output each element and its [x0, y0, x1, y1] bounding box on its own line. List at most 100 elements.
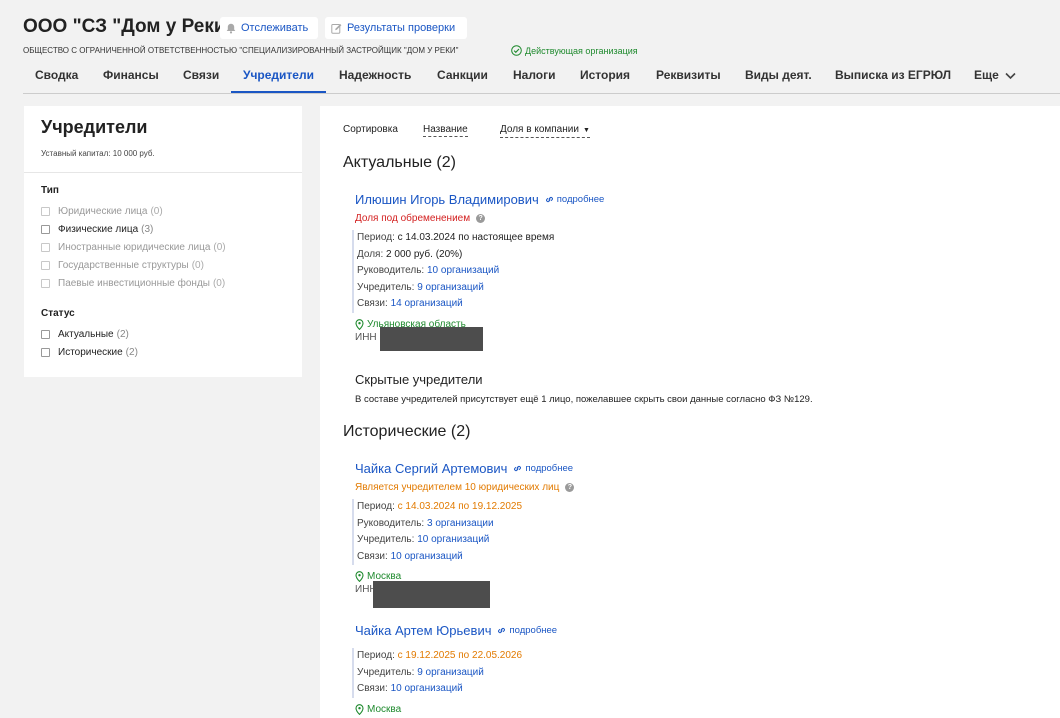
- filter-count: (3): [141, 224, 154, 235]
- sort-by-share[interactable]: Доля в компании ▼: [500, 124, 590, 138]
- filter-government[interactable]: Государственные структуры (0): [41, 260, 204, 271]
- location: Москва: [355, 704, 557, 715]
- links-link[interactable]: 14 организаций: [391, 298, 463, 309]
- checkbox[interactable]: [41, 279, 50, 288]
- checkbox[interactable]: [41, 348, 50, 357]
- filter-label: Юридические лица: [58, 206, 148, 217]
- checkbox[interactable]: [41, 243, 50, 252]
- links-row: Связи: 14 организаций: [354, 296, 604, 313]
- tab-founders[interactable]: Учредители: [231, 62, 326, 93]
- check-circle-icon: [511, 45, 522, 56]
- period-value: с 19.12.2025 по 22.05.2026: [397, 650, 523, 661]
- period-row: Период: с 14.03.2024 по 19.12.2025: [354, 499, 574, 516]
- tab-reliability[interactable]: Надежность: [339, 62, 411, 93]
- filter-label: Актуальные: [58, 329, 114, 340]
- sort-label: Сортировка: [343, 124, 398, 135]
- filter-actual[interactable]: Актуальные (2): [41, 329, 129, 340]
- details-link[interactable]: подробнее: [513, 463, 573, 474]
- tabs-divider: [23, 93, 1060, 94]
- filter-legal-entities[interactable]: Юридические лица (0): [41, 206, 163, 217]
- founder-name-link[interactable]: Илюшин Игорь Владимирович: [355, 192, 539, 207]
- filter-panel: Учредители Уставный капитал: 10 000 руб.…: [24, 106, 302, 377]
- filter-count: (0): [213, 242, 226, 253]
- founder-link[interactable]: 9 организаций: [417, 282, 484, 293]
- details-link[interactable]: подробнее: [545, 194, 605, 205]
- filter-label: Иностранные юридические лица: [58, 242, 211, 253]
- founder-name-link[interactable]: Чайка Сергий Артемович: [355, 461, 507, 476]
- tab-taxes[interactable]: Налоги: [513, 62, 556, 93]
- founder-card: Чайка Артем Юрьевич подробнее Период: с …: [352, 623, 557, 715]
- links-row: Связи: 10 организаций: [354, 549, 574, 566]
- head-row: Руководитель: 10 организаций: [354, 263, 604, 280]
- founder-details: Период: с 14.03.2024 по настоящее время …: [352, 230, 604, 313]
- founder-details: Период: с 14.03.2024 по 19.12.2025 Руков…: [352, 499, 574, 565]
- hidden-founders-title: Скрытые учредители: [355, 372, 483, 387]
- checkbox[interactable]: [41, 225, 50, 234]
- filter-panel-title: Учредители: [41, 117, 148, 137]
- head-link[interactable]: 10 организаций: [427, 265, 499, 276]
- actual-section-title: Актуальные (2): [343, 154, 456, 171]
- chevron-down-icon: [1005, 72, 1016, 79]
- inn-label: ИНН: [355, 331, 377, 343]
- founder-row: Учредитель: 9 организаций: [354, 280, 604, 297]
- details-label: подробнее: [525, 463, 574, 474]
- mass-founder-note: Является учредителем 10 юридических лиц …: [355, 482, 575, 493]
- links-link[interactable]: 10 организаций: [391, 551, 463, 562]
- tab-summary[interactable]: Сводка: [35, 62, 78, 93]
- founder-link[interactable]: 10 организаций: [417, 534, 489, 545]
- founder-link[interactable]: 9 организаций: [417, 667, 484, 678]
- filter-individuals[interactable]: Физические лица (3): [41, 224, 153, 235]
- filter-historical[interactable]: Исторические (2): [41, 347, 138, 358]
- details-label: подробнее: [556, 194, 605, 205]
- tab-finance[interactable]: Финансы: [103, 62, 159, 93]
- details-label: подробнее: [509, 625, 558, 636]
- check-results-button[interactable]: Результаты проверки: [325, 17, 467, 39]
- filter-count: (0): [150, 206, 163, 217]
- tab-history[interactable]: История: [580, 62, 630, 93]
- links-link[interactable]: 10 организаций: [391, 683, 463, 694]
- filter-label: Государственные структуры: [58, 260, 189, 271]
- map-pin-icon: [355, 571, 364, 582]
- tab-activities[interactable]: Виды деят.: [745, 62, 812, 93]
- tab-links[interactable]: Связи: [183, 62, 219, 93]
- map-pin-icon: [355, 318, 364, 330]
- row-label: Учредитель:: [357, 534, 415, 545]
- checkbox[interactable]: [41, 207, 50, 216]
- row-label: Руководитель:: [357, 265, 425, 276]
- help-icon[interactable]: ?: [565, 483, 575, 492]
- track-label: Отслеживать: [241, 22, 309, 34]
- founder-card: Илюшин Игорь Владимирович подробнее Доля…: [352, 192, 605, 351]
- details-link[interactable]: подробнее: [497, 625, 557, 636]
- head-link[interactable]: 3 организации: [427, 518, 494, 529]
- row-label: Связи:: [357, 550, 388, 562]
- redacted-inn: [373, 581, 490, 608]
- track-button[interactable]: Отслеживать: [220, 17, 318, 39]
- row-label: Связи:: [357, 298, 388, 309]
- sort-by-share-label: Доля в компании: [500, 124, 579, 135]
- filter-mutual-funds[interactable]: Паевые инвестиционные фонды (0): [41, 278, 225, 289]
- edit-icon: [331, 23, 342, 34]
- company-title: ООО "СЗ "Дом у Реки": [23, 16, 235, 37]
- row-label: Учредитель:: [357, 666, 415, 678]
- tab-sanctions[interactable]: Санкции: [437, 62, 488, 93]
- authorized-capital: Уставный капитал: 10 000 руб.: [41, 149, 155, 158]
- founder-name-link[interactable]: Чайка Артем Юрьевич: [355, 623, 491, 638]
- note-text: Является учредителем 10 юридических лиц: [355, 482, 560, 493]
- row-label: Период:: [357, 501, 395, 512]
- period-row: Период: с 19.12.2025 по 22.05.2026: [354, 648, 557, 665]
- sort-by-name[interactable]: Название: [423, 124, 468, 137]
- filter-status-title: Статус: [41, 308, 75, 319]
- location-text: Москва: [367, 703, 402, 715]
- checkbox[interactable]: [41, 261, 50, 270]
- tab-egrul-extract[interactable]: Выписка из ЕГРЮЛ: [835, 62, 951, 93]
- filter-foreign-entities[interactable]: Иностранные юридические лица (0): [41, 242, 226, 253]
- redacted-inn: [380, 326, 483, 351]
- tab-more[interactable]: Еще: [974, 62, 1016, 89]
- help-icon[interactable]: ?: [476, 214, 486, 223]
- encumbrance-note: Доля под обременением ?: [355, 213, 604, 224]
- filter-count: (0): [212, 278, 226, 289]
- link-icon: [514, 465, 522, 472]
- checkbox[interactable]: [41, 330, 50, 339]
- tab-requisites[interactable]: Реквизиты: [656, 62, 721, 93]
- company-full-name: ОБЩЕСТВО С ОГРАНИЧЕННОЙ ОТВЕТСТВЕННОСТЬЮ…: [23, 46, 459, 55]
